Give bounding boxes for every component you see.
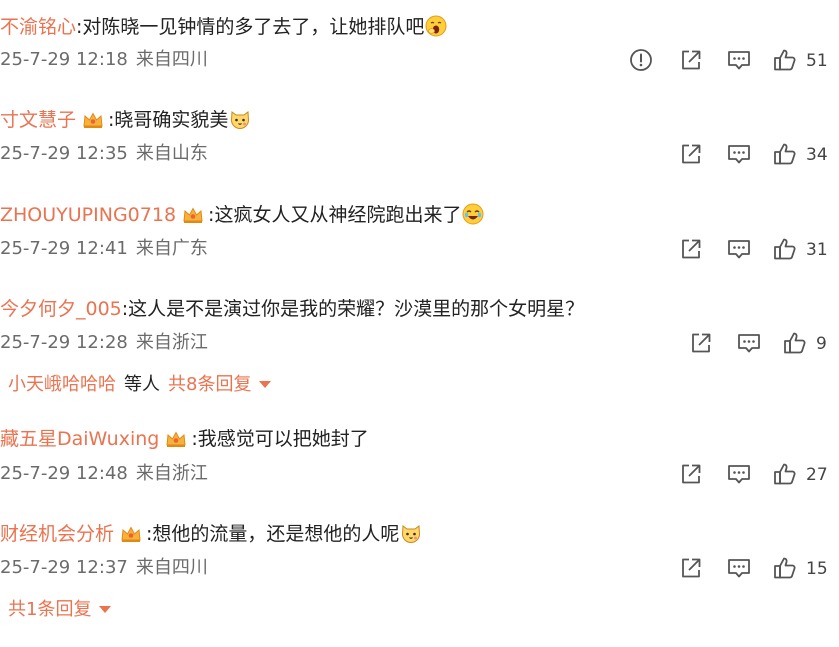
share-icon[interactable] <box>678 555 704 581</box>
replies-toggle[interactable]: 小天峨哈哈哈 等人 共8条回复 <box>8 373 272 397</box>
thumbs-up-icon[interactable] <box>772 236 798 262</box>
comment-location: 来自山东 <box>135 143 208 164</box>
comment-actions: 15 <box>678 555 833 585</box>
comment-text: 晓哥确实貌美 <box>114 109 229 131</box>
share-icon[interactable] <box>678 236 704 262</box>
caret-down-icon <box>259 380 272 388</box>
share-icon[interactable] <box>678 461 704 487</box>
comment-text: 这疯女人又从神经院跑出来了 <box>214 204 462 226</box>
cat-face-icon <box>400 522 422 544</box>
yawning-face-icon <box>425 15 447 37</box>
comment-actions: 34 <box>678 141 833 171</box>
comment-time: 25-7-29 12:35 <box>0 143 128 164</box>
comment-icon[interactable] <box>726 555 752 581</box>
comment-meta: 25-7-29 12:37 来自四川 <box>0 556 208 580</box>
comment-time: 25-7-29 12:48 <box>0 463 128 484</box>
share-icon[interactable] <box>678 47 704 73</box>
comment-icon[interactable] <box>726 47 752 73</box>
comment-text: 对陈晓一见钟情的多了去了，让她排队吧 <box>82 16 425 38</box>
crown-badge-icon <box>182 206 204 224</box>
thumbs-up-icon[interactable] <box>772 141 798 167</box>
comment-username[interactable]: 不渝铭心 <box>0 16 76 38</box>
like-count: 31 <box>806 240 828 260</box>
thumbs-up-icon[interactable] <box>772 461 798 487</box>
comment-row: 财经机会分析:想他的流量，还是想他的人呢 <box>0 521 422 547</box>
comment-location: 来自广东 <box>135 238 208 259</box>
comment-actions: 27 <box>678 461 833 491</box>
thumbs-up-icon[interactable] <box>772 555 798 581</box>
reply-count[interactable]: 共8条回复 <box>168 374 251 395</box>
like-count: 9 <box>816 334 827 354</box>
comment-location: 来自四川 <box>135 557 208 578</box>
rolling-laugh-face-icon <box>462 203 484 225</box>
crown-badge-icon <box>120 525 142 543</box>
reply-user[interactable]: 小天峨哈哈哈 <box>8 374 116 395</box>
replies-toggle[interactable]: 共1条回复 <box>8 598 112 622</box>
comment-icon[interactable] <box>726 141 752 167</box>
comment-row: ZHOUYUPING0718:这疯女人又从神经院跑出来了 <box>0 202 484 228</box>
comment-text: 想他的流量，还是想他的人呢 <box>152 523 400 545</box>
like-count: 51 <box>806 51 828 71</box>
comment-icon[interactable] <box>726 236 752 262</box>
comment-username[interactable]: 今夕何夕_005 <box>0 298 122 320</box>
crown-badge-icon <box>82 111 104 129</box>
comment-location: 来自四川 <box>135 49 208 70</box>
comment-icon[interactable] <box>726 461 752 487</box>
comment-time: 25-7-29 12:37 <box>0 557 128 578</box>
like-count: 15 <box>806 559 828 579</box>
share-icon[interactable] <box>688 330 714 356</box>
comment-row: 寸文慧子:晓哥确实貌美 <box>0 107 251 133</box>
comment-row: 藏五星DaiWuxing:我感觉可以把她封了 <box>0 428 369 450</box>
comment-meta: 25-7-29 12:35 来自山东 <box>0 142 208 166</box>
comment-location: 来自浙江 <box>135 463 208 484</box>
comment-actions: 31 <box>678 236 833 266</box>
caret-down-icon <box>99 605 112 613</box>
comment-username[interactable]: 寸文慧子 <box>0 109 76 131</box>
comment-username[interactable]: 藏五星DaiWuxing <box>0 428 159 450</box>
share-icon[interactable] <box>678 141 704 167</box>
comment-text: 这人是不是演过你是我的荣耀？沙漠里的那个女明星？ <box>128 298 585 320</box>
comment-meta: 25-7-29 12:28 来自浙江 <box>0 331 208 355</box>
comment-username[interactable]: 财经机会分析 <box>0 523 114 545</box>
comment-location: 来自浙江 <box>135 332 208 353</box>
comment-meta: 25-7-29 12:41 来自广东 <box>0 237 208 261</box>
comment-actions: 9 <box>688 330 833 360</box>
like-count: 27 <box>806 465 828 485</box>
exclamation-circle-icon[interactable] <box>628 47 654 73</box>
comment-time: 25-7-29 12:28 <box>0 332 128 353</box>
comment-username[interactable]: ZHOUYUPING0718 <box>0 204 176 226</box>
comment-row: 不渝铭心:对陈晓一见钟情的多了去了，让她排队吧 <box>0 14 447 40</box>
reply-count[interactable]: 共1条回复 <box>8 599 91 620</box>
cat-face-icon <box>229 108 251 130</box>
comment-row: 今夕何夕_005:这人是不是演过你是我的荣耀？沙漠里的那个女明星？ <box>0 298 585 320</box>
comment-icon[interactable] <box>736 330 762 356</box>
comment-actions: 51 <box>628 47 833 77</box>
thumbs-up-icon[interactable] <box>782 330 808 356</box>
comment-time: 25-7-29 12:41 <box>0 238 128 259</box>
thumbs-up-icon[interactable] <box>772 47 798 73</box>
comment-time: 25-7-29 12:18 <box>0 49 128 70</box>
comment-meta: 25-7-29 12:48 来自浙江 <box>0 462 208 486</box>
like-count: 34 <box>806 145 828 165</box>
crown-badge-icon <box>165 430 187 448</box>
comment-meta: 25-7-29 12:18 来自四川 <box>0 48 208 72</box>
comment-text: 我感觉可以把她封了 <box>197 428 369 450</box>
